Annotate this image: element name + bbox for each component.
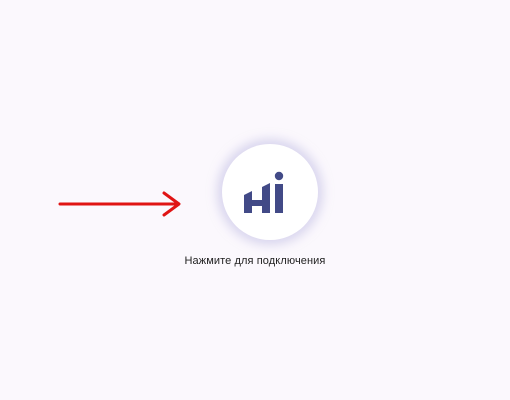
right-arrow-icon bbox=[58, 191, 181, 217]
connect-caption: Нажмите для подключения bbox=[184, 255, 326, 267]
connect-button[interactable] bbox=[222, 144, 318, 240]
hi-bars-logo-icon bbox=[244, 171, 284, 213]
connect-screen: Нажмите для подключения bbox=[0, 0, 510, 400]
